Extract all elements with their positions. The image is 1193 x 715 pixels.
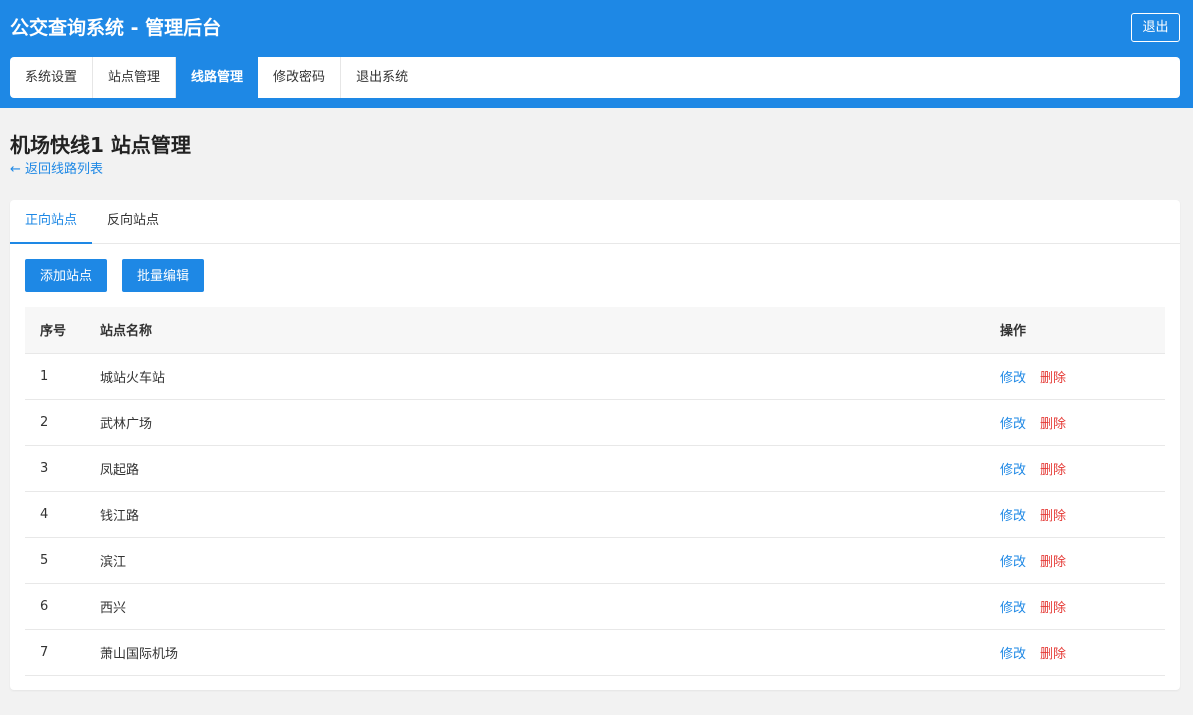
logout-button[interactable]: 退出 (1131, 13, 1180, 42)
header-station-name: 站点名称 (85, 307, 985, 354)
add-station-button[interactable]: 添加站点 (25, 259, 108, 292)
table-row: 7 萧山国际机场 修改 删除 (25, 629, 1165, 676)
delete-station-link[interactable]: 删除 (1040, 647, 1066, 662)
delete-station-link[interactable]: 删除 (1040, 601, 1066, 616)
row-station-name: 武林广场 (85, 399, 985, 446)
row-actions: 修改 删除 (985, 583, 1165, 630)
header-index: 序号 (25, 307, 85, 354)
row-station-name: 城站火车站 (85, 353, 985, 400)
edit-station-link[interactable]: 修改 (1000, 601, 1026, 616)
edit-station-link[interactable]: 修改 (1000, 371, 1026, 386)
row-index: 4 (25, 491, 85, 538)
app-header: 公交查询系统 - 管理后台 退出 系统设置 站点管理 线路管理 修改密码 退出系… (0, 0, 1193, 108)
delete-station-link[interactable]: 删除 (1040, 509, 1066, 524)
nav-item-station-management[interactable]: 站点管理 (93, 57, 177, 98)
row-index: 1 (25, 353, 85, 400)
edit-station-link[interactable]: 修改 (1000, 509, 1026, 524)
stations-table: 序号 站点名称 操作 1 城站火车站 修改 删除 2 武林广场 修改 删除 3 凤起路 修改 删除 4 钱… (25, 307, 1165, 676)
edit-station-link[interactable]: 修改 (1000, 555, 1026, 570)
page-title: 机场快线1 站点管理 (10, 133, 191, 157)
edit-station-link[interactable]: 修改 (1000, 417, 1026, 432)
row-index: 6 (25, 583, 85, 630)
row-actions: 修改 删除 (985, 491, 1165, 538)
row-index: 5 (25, 537, 85, 584)
table-header-row: 序号 站点名称 操作 (25, 307, 1165, 354)
nav-item-exit-system[interactable]: 退出系统 (341, 57, 423, 98)
edit-station-link[interactable]: 修改 (1000, 647, 1026, 662)
table-row: 2 武林广场 修改 删除 (25, 399, 1165, 446)
row-actions: 修改 删除 (985, 629, 1165, 676)
tab-forward-stations[interactable]: 正向站点 (10, 200, 93, 244)
row-station-name: 凤起路 (85, 445, 985, 492)
edit-station-link[interactable]: 修改 (1000, 463, 1026, 478)
row-station-name: 萧山国际机场 (85, 629, 985, 676)
table-row: 5 滨江 修改 删除 (25, 537, 1165, 584)
batch-edit-button[interactable]: 批量编辑 (122, 259, 205, 292)
delete-station-link[interactable]: 删除 (1040, 417, 1066, 432)
row-index: 3 (25, 445, 85, 492)
table-row: 4 钱江路 修改 删除 (25, 491, 1165, 538)
delete-station-link[interactable]: 删除 (1040, 371, 1066, 386)
row-index: 2 (25, 399, 85, 446)
tab-reverse-stations[interactable]: 反向站点 (92, 200, 174, 244)
stations-card: 正向站点 反向站点 添加站点 批量编辑 序号 站点名称 操作 1 城站火车站 修改删… (10, 200, 1180, 690)
row-station-name: 滨江 (85, 537, 985, 584)
table-row: 1 城站火车站 修改 删除 (25, 353, 1165, 400)
row-actions: 修改 删除 (985, 399, 1165, 446)
row-actions: 修改 删除 (985, 353, 1165, 400)
delete-station-link[interactable]: 删除 (1040, 555, 1066, 570)
row-station-name: 西兴 (85, 583, 985, 630)
nav-item-route-management[interactable]: 线路管理 (176, 57, 259, 98)
table-row: 3 凤起路 修改 删除 (25, 445, 1165, 492)
row-actions: 修改 删除 (985, 537, 1165, 584)
top-navigation: 系统设置 站点管理 线路管理 修改密码 退出系统 (10, 57, 1180, 98)
app-title: 公交查询系统 - 管理后台 (10, 17, 222, 39)
nav-item-change-password[interactable]: 修改密码 (258, 57, 342, 98)
row-index: 7 (25, 629, 85, 676)
back-to-route-list-link[interactable]: ← 返回线路列表 (10, 161, 103, 179)
row-actions: 修改 删除 (985, 445, 1165, 492)
nav-item-system-settings[interactable]: 系统设置 (10, 57, 94, 98)
direction-tabs: 正向站点 反向站点 (10, 200, 1180, 244)
header-actions: 操作 (985, 307, 1165, 354)
delete-station-link[interactable]: 删除 (1040, 463, 1066, 478)
row-station-name: 钱江路 (85, 491, 985, 538)
table-row: 6 西兴 修改 删除 (25, 583, 1165, 630)
